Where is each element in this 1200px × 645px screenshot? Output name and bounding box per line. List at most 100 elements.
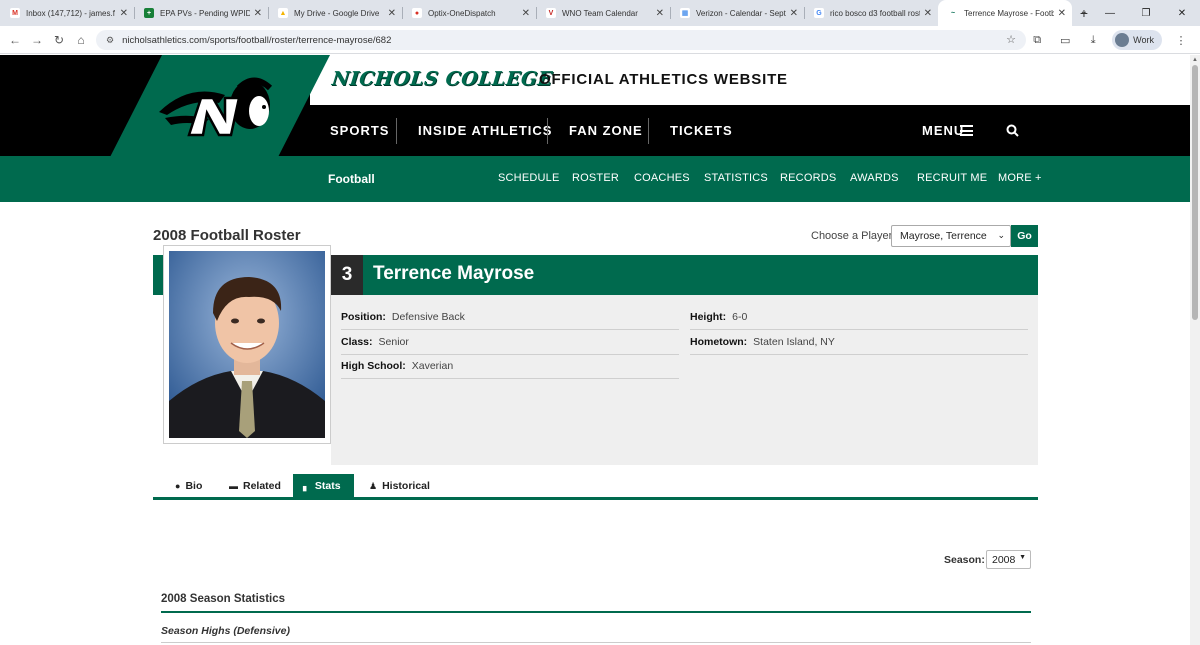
home-icon[interactable]: ⌂ (70, 33, 92, 47)
tab-stats[interactable]: ▖ Stats (293, 474, 354, 498)
bookmark-star-icon[interactable]: ☆ (1006, 33, 1016, 46)
scroll-up-icon[interactable]: ▲ (1192, 57, 1198, 63)
subnav-recruit-me[interactable]: RECRUIT ME (917, 172, 987, 184)
go-button[interactable]: Go (1011, 225, 1038, 247)
tab-title: rico bosco d3 football rost (830, 8, 920, 18)
search-icon[interactable] (1006, 124, 1019, 137)
fact-label: Hometown: (690, 336, 748, 348)
tab-title: WNO Team Calendar (562, 8, 638, 18)
browser-menu-icon[interactable]: ⋮ (1172, 34, 1190, 47)
subnav-more[interactable]: MORE + (998, 172, 1042, 184)
stats-section-title: 2008 Season Statistics (161, 593, 286, 605)
browser-tab[interactable]: ▦ Verizon - Calendar - Septe ✕ (670, 0, 804, 26)
verizon-icon: V (546, 8, 556, 18)
address-bar[interactable]: ⚙ nicholsathletics.com/sports/football/r… (96, 30, 1026, 50)
close-tab-icon[interactable]: ✕ (1058, 8, 1066, 19)
back-icon[interactable]: ← (4, 33, 26, 47)
tab-title: EPA PVs - Pending WPID S (160, 8, 250, 18)
optix-icon: ● (412, 8, 422, 18)
avatar (1115, 33, 1130, 47)
fact-class: Class: Senior (341, 330, 679, 355)
brand-tagline: OFFICIAL ATHLETICS WEBSITE (539, 71, 788, 88)
fact-label: Class: (341, 336, 373, 348)
subnav-records[interactable]: RECORDS (780, 172, 836, 184)
browser-tabstrip: M Inbox (147,712) - james.f ✕ + EPA PVs - P… (0, 0, 1200, 26)
close-tab-icon[interactable]: ✕ (522, 8, 530, 19)
close-tab-icon[interactable]: ✕ (388, 8, 396, 19)
profile-button[interactable]: Work (1112, 30, 1162, 50)
side-panel-icon[interactable]: ▭ (1056, 34, 1074, 47)
tab-label: Stats (314, 480, 341, 492)
season-label: Season: (944, 554, 985, 566)
fact-hometown: Hometown: Staten Island, NY (690, 330, 1028, 355)
tab-search-icon[interactable]: ⌄ (1080, 6, 1088, 17)
browser-tab[interactable]: M Inbox (147,712) - james.f ✕ (0, 0, 134, 26)
calendar-icon: ▦ (680, 8, 690, 18)
player-select[interactable]: Mayrose, Terrence ⌄ (891, 225, 1011, 247)
player-select-value: Mayrose, Terrence (900, 230, 987, 242)
tab-bio[interactable]: ● Bio (165, 474, 212, 498)
season-select[interactable]: 2008 ▼ (986, 550, 1031, 569)
nav-fan-zone[interactable]: FAN ZONE (569, 123, 643, 138)
maximize-icon[interactable]: ❐ (1128, 0, 1164, 26)
person-icon: ♟ (369, 480, 378, 491)
browser-tab-active[interactable]: ~ Terrence Mayrose - Footb ✕ (938, 0, 1072, 26)
browser-tab[interactable]: + EPA PVs - Pending WPID S ✕ (134, 0, 268, 26)
browser-tab[interactable]: ▲ My Drive - Google Drive ✕ (268, 0, 402, 26)
close-tab-icon[interactable]: ✕ (254, 8, 262, 19)
player-headshot-image (169, 251, 325, 438)
forward-icon[interactable]: → (26, 33, 48, 47)
extensions-icon[interactable]: ⧉ (1028, 34, 1046, 47)
season-select-value: 2008 (992, 554, 1016, 566)
page-scrollbar[interactable]: ▲ (1190, 55, 1200, 645)
browser-tab[interactable]: Grico bosco d3 football rost ✕ (804, 0, 938, 26)
toolbar-actions: ⧉ ▭ ⤓ Work ⋮ (1028, 30, 1190, 50)
subnav-coaches[interactable]: COACHES (634, 172, 690, 184)
nav-tickets[interactable]: TICKETS (670, 123, 733, 138)
fact-high-school: High School: Xaverian (341, 354, 679, 379)
browser-tab[interactable]: V WNO Team Calendar ✕ (536, 0, 670, 26)
subnav-schedule[interactable]: SCHEDULE (498, 172, 560, 184)
brand-wordmark[interactable]: NICHOLS COLLEGE (331, 68, 554, 90)
close-window-icon[interactable]: ✕ (1164, 0, 1200, 26)
bar-chart-icon: ▖ (303, 480, 310, 491)
gmail-icon: M (10, 8, 20, 18)
site-info-icon[interactable]: ⚙ (106, 35, 114, 46)
subnav-statistics[interactable]: STATISTICS (704, 172, 768, 184)
menu-button[interactable]: MENU (922, 123, 964, 138)
drive-icon: ▲ (278, 8, 288, 18)
fact-height: Height: 6-0 (690, 305, 1028, 330)
close-tab-icon[interactable]: ✕ (790, 8, 798, 19)
subnav-awards[interactable]: AWARDS (850, 172, 899, 184)
nichols-bison-logo[interactable] (107, 55, 330, 163)
nav-inside-athletics[interactable]: INSIDE ATHLETICS (418, 123, 552, 138)
tab-title: Optix-OneDispatch (428, 8, 496, 18)
caret-down-icon: ▼ (1019, 554, 1026, 561)
browser-tab[interactable]: ● Optix-OneDispatch ✕ (402, 0, 536, 26)
google-icon: G (814, 8, 824, 18)
section-divider (161, 611, 1031, 613)
nav-sports[interactable]: SPORTS (330, 123, 389, 138)
close-tab-icon[interactable]: ✕ (120, 8, 128, 19)
minimize-icon[interactable]: — (1092, 0, 1128, 26)
fact-value: 6-0 (732, 311, 748, 323)
hamburger-icon[interactable] (960, 125, 973, 136)
window-controls: — ❐ ✕ (1092, 0, 1200, 26)
subnav-roster[interactable]: ROSTER (572, 172, 619, 184)
download-icon[interactable]: ⤓ (1084, 34, 1102, 47)
tab-label: Bio (185, 480, 203, 492)
tab-label: Related (243, 480, 281, 492)
reload-icon[interactable]: ↻ (48, 33, 70, 47)
profile-label: Work (1133, 35, 1154, 45)
roster-title: 2008 Football Roster (153, 227, 301, 244)
tab-label: Historical (382, 480, 430, 492)
tab-related[interactable]: ▬ Related (219, 474, 291, 498)
tab-historical[interactable]: ♟ Historical (359, 474, 440, 498)
url-text: nicholsathletics.com/sports/football/ros… (122, 34, 392, 46)
player-name: Terrence Mayrose (373, 263, 535, 284)
sport-title[interactable]: Football (328, 172, 375, 186)
jersey-number: 3 (331, 255, 363, 295)
close-tab-icon[interactable]: ✕ (656, 8, 664, 19)
scrollbar-thumb[interactable] (1192, 65, 1198, 320)
close-tab-icon[interactable]: ✕ (924, 8, 932, 19)
